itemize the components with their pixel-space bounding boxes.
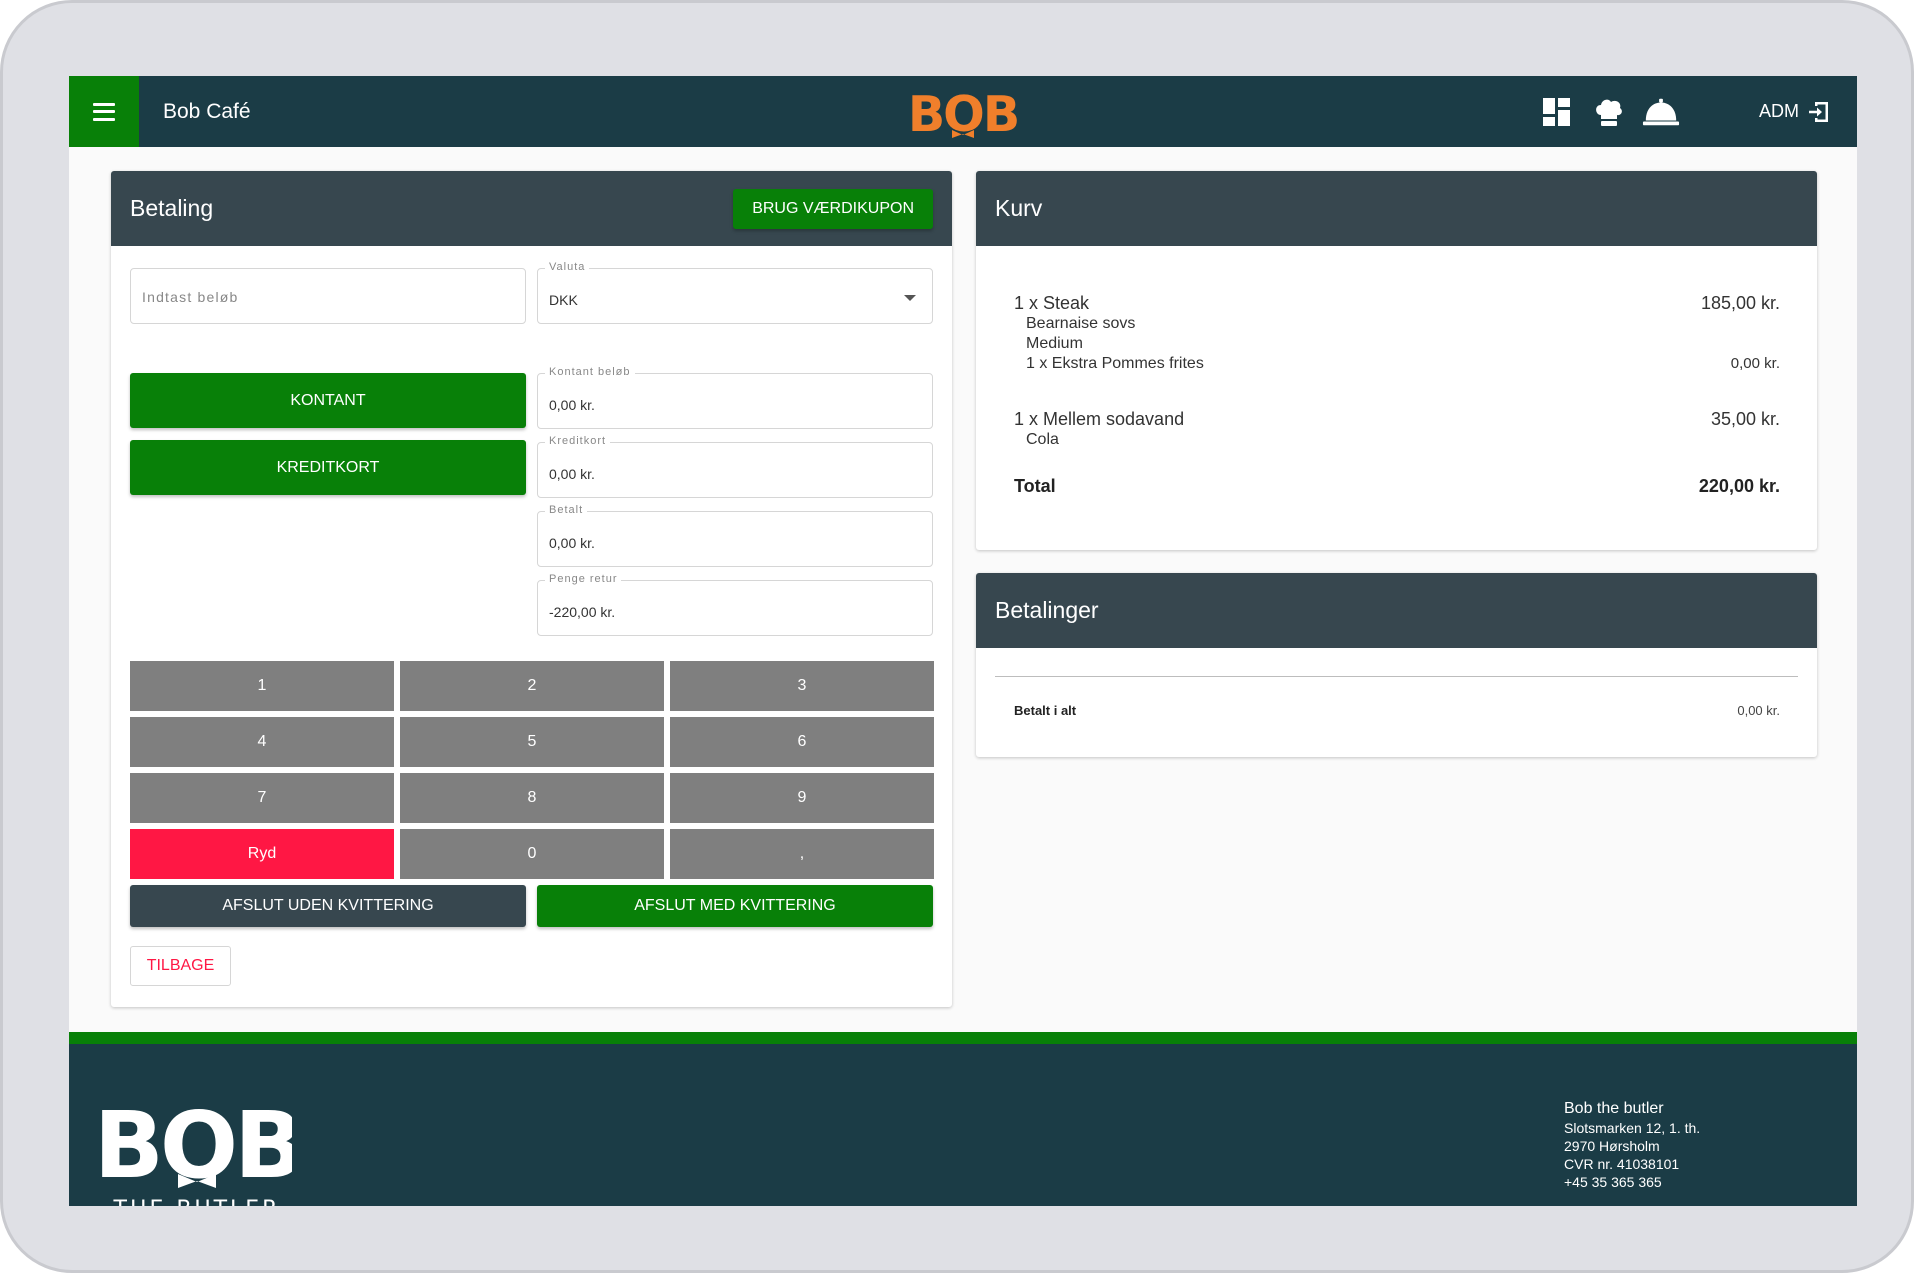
clear-key[interactable]: Ryd [130, 829, 394, 879]
amount-input[interactable]: Indtast beløb [130, 268, 526, 324]
bob-logo-text: BOB [908, 86, 1018, 138]
numeric-keypad: 1 2 3 4 5 6 7 8 9 Ryd 0 , [130, 661, 934, 879]
admin-logout-button[interactable]: ADM [1759, 76, 1831, 147]
cart-item-price: 35,00 kr. [1710, 409, 1780, 429]
payment-card: Betaling BRUG VÆRDIKUPON Indtast beløb V… [111, 171, 952, 1007]
payments-card-header: Betalinger [976, 573, 1817, 648]
bob-logo: BOB [908, 86, 1019, 138]
logout-icon [1809, 101, 1828, 122]
payment-title: Betaling [130, 195, 214, 221]
company-phone: +45 35 365 365 [1564, 1174, 1662, 1190]
change-field[interactable]: Penge retur -220,00 kr. [537, 573, 933, 636]
payments-total-value: 0,00 kr. [1737, 703, 1780, 718]
company-info: Bob the butler Slotsmarken 12, 1. th. 29… [1564, 1099, 1700, 1191]
cart-total-value: 220,00 kr. [1698, 476, 1780, 496]
key-3[interactable]: 3 [670, 661, 934, 711]
payments-total-row: Betalt i alt 0,00 kr. [1014, 703, 1780, 718]
credit-card-field[interactable]: Kreditkort 0,00 kr. [537, 435, 933, 498]
service-bell-icon[interactable] [1642, 93, 1680, 131]
footer-stripe [69, 1032, 1857, 1044]
footer: BOB THE BUTLER Bob the butler Slotsmarke… [69, 1044, 1857, 1206]
cash-button[interactable]: KONTANT [130, 373, 526, 428]
credit-card-value: 0,00 kr. [549, 466, 595, 482]
dashboard-icon[interactable] [1538, 93, 1576, 131]
key-1[interactable]: 1 [130, 661, 394, 711]
change-value: -220,00 kr. [549, 604, 616, 620]
cash-amount-label: Kontant beløb [545, 366, 635, 378]
key-0[interactable]: 0 [400, 829, 664, 879]
key-4[interactable]: 4 [130, 717, 394, 767]
cash-amount-value: 0,00 kr. [549, 397, 595, 413]
app-title: Bob Café [163, 100, 251, 123]
footer-logo-subtext: THE BUTLER [113, 1197, 281, 1206]
key-8[interactable]: 8 [400, 773, 664, 823]
key-9[interactable]: 9 [670, 773, 934, 823]
cart-items: 1 x Steak 185,00 kr. Bearnaise sovs Medi… [1014, 293, 1780, 497]
cart-item-modifier: Medium [1026, 335, 1083, 352]
cart-item-name: 1 x Steak [1014, 293, 1090, 313]
dropdown-arrow-icon [904, 295, 916, 301]
paid-field[interactable]: Betalt 0,00 kr. [537, 504, 933, 567]
bob-the-butler-logo: BOB THE BUTLER [102, 1092, 292, 1206]
cart-card: Kurv 1 x Steak 185,00 kr. Bearnaise sovs… [976, 171, 1817, 550]
app-screen: Bob Café BOB ADM Betaling BRUG VÆRDIKUPO… [69, 76, 1857, 1206]
decimal-key[interactable]: , [670, 829, 934, 879]
change-label: Penge retur [545, 573, 622, 585]
tablet-frame: Bob Café BOB ADM Betaling BRUG VÆRDIKUPO… [0, 0, 1914, 1273]
cart-extra-name: 1 x Ekstra Pommes frites [1026, 355, 1204, 372]
key-2[interactable]: 2 [400, 661, 664, 711]
finish-with-receipt-button[interactable]: AFSLUT MED KVITTERING [537, 885, 933, 927]
payments-title: Betalinger [995, 597, 1099, 623]
back-button[interactable]: TILBAGE [130, 946, 231, 986]
cart-item-modifier: Cola [1026, 431, 1059, 448]
cart-total: Total 220,00 kr. [1014, 476, 1780, 497]
cash-amount-field[interactable]: Kontant beløb 0,00 kr. [537, 366, 933, 429]
use-coupon-button[interactable]: BRUG VÆRDIKUPON [733, 189, 933, 229]
currency-label: Valuta [545, 261, 590, 273]
credit-card-button[interactable]: KREDITKORT [130, 440, 526, 495]
cart-item-name: 1 x Mellem sodavand [1014, 409, 1185, 429]
cart-item: 1 x Steak 185,00 kr. Bearnaise sovs Medi… [1014, 293, 1780, 374]
cart-title: Kurv [995, 195, 1043, 221]
payments-card: Betalinger Betalt i alt 0,00 kr. [976, 573, 1817, 757]
divider [995, 676, 1798, 677]
menu-button[interactable] [69, 76, 139, 147]
company-cvr: CVR nr. 41038101 [1564, 1156, 1680, 1172]
amount-placeholder: Indtast beløb [142, 289, 239, 305]
footer-logo-text: BOB [102, 1092, 292, 1199]
paid-value: 0,00 kr. [549, 535, 595, 551]
company-address: Slotsmarken 12, 1. th. [1564, 1120, 1701, 1136]
cart-item-extra: 1 x Ekstra Pommes frites 0,00 kr. [1014, 354, 1780, 374]
key-7[interactable]: 7 [130, 773, 394, 823]
chef-hat-icon[interactable] [1590, 93, 1628, 131]
key-5[interactable]: 5 [400, 717, 664, 767]
cart-total-label: Total [1014, 476, 1056, 496]
company-name: Bob the butler [1564, 1100, 1664, 1117]
key-6[interactable]: 6 [670, 717, 934, 767]
cart-item: 1 x Mellem sodavand 35,00 kr. Cola [1014, 409, 1780, 450]
top-bar: Bob Café BOB ADM [69, 76, 1857, 147]
payments-total-label: Betalt i alt [1014, 703, 1077, 718]
finish-without-receipt-button[interactable]: AFSLUT UDEN KVITTERING [130, 885, 526, 927]
cart-item-modifier: Bearnaise sovs [1026, 315, 1136, 332]
cart-card-header: Kurv [976, 171, 1817, 246]
currency-value: DKK [549, 292, 578, 308]
admin-label: ADM [1759, 101, 1799, 121]
cart-item-price: 185,00 kr. [1700, 293, 1780, 313]
currency-select[interactable]: Valuta DKK [537, 261, 933, 324]
hamburger-icon [93, 102, 115, 121]
cart-extra-price: 0,00 kr. [1730, 355, 1780, 372]
top-icon-group [1538, 93, 1680, 131]
company-city: 2970 Hørsholm [1564, 1138, 1660, 1154]
credit-card-label: Kreditkort [545, 435, 611, 447]
paid-label: Betalt [545, 504, 588, 516]
